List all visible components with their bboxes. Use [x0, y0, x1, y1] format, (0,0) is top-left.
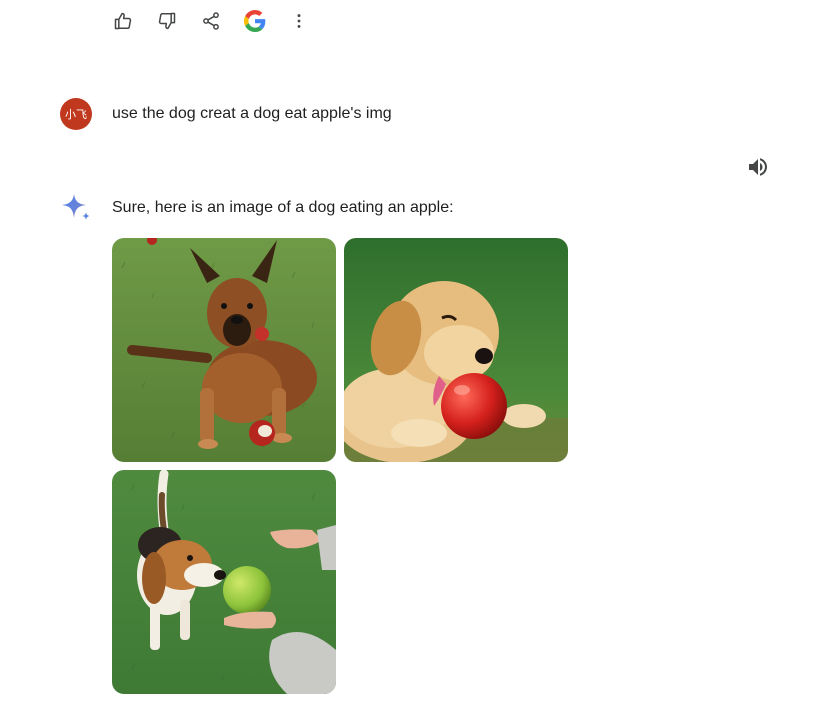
read-aloud-button[interactable]	[746, 155, 770, 179]
google-g-icon	[244, 10, 266, 32]
golden-puppy-image	[344, 238, 568, 462]
generated-image-golden-puppy[interactable]	[344, 238, 568, 462]
sparkle-icon	[62, 194, 90, 220]
more-vert-icon	[297, 14, 301, 28]
share-button[interactable]	[198, 8, 224, 34]
assistant-response-text: Sure, here is an image of a dog eating a…	[112, 199, 454, 216]
image-gallery	[112, 238, 572, 698]
generated-image-german-shepherd[interactable]	[112, 238, 336, 462]
thumbs-up-button[interactable]	[110, 8, 136, 34]
generated-image-beagle[interactable]	[112, 470, 336, 694]
google-search-button[interactable]	[242, 8, 268, 34]
share-icon	[203, 12, 219, 30]
assistant-logo	[60, 192, 92, 222]
avatar[interactable]: 小飞	[60, 98, 92, 130]
user-message-text: use the dog creat a dog eat apple's img	[112, 105, 392, 122]
user-message-row: 小飞 use the dog creat a dog eat apple's i…	[60, 98, 392, 130]
thumbs-down-icon	[158, 12, 176, 30]
thumbs-down-button[interactable]	[154, 8, 180, 34]
beagle-image	[112, 470, 336, 694]
speaker-icon	[749, 158, 767, 176]
german-shepherd-image	[112, 238, 336, 462]
thumbs-up-icon	[114, 12, 132, 30]
more-options-button[interactable]	[286, 8, 312, 34]
response-actions-toolbar	[110, 8, 330, 34]
